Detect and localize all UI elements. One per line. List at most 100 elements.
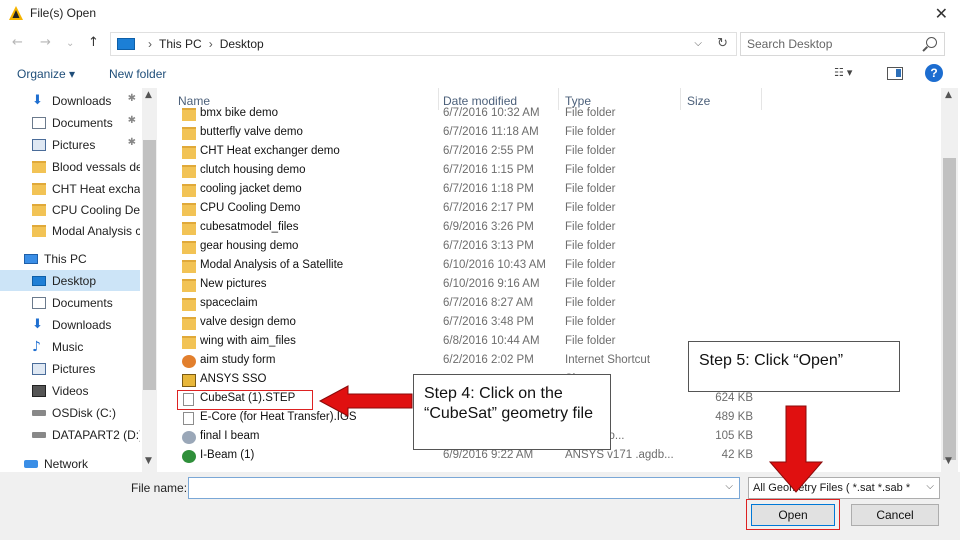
address-bar[interactable]: › This PC › Desktop ⌵ ↻ [110,32,737,56]
file-date: 6/7/2016 2:55 PM [443,145,534,157]
navigation-pane: ⬇ Downloads ✱ Documents ✱ Pictures ✱ Blood v… [0,88,158,472]
title-bar: File(s) Open ✕ [0,0,960,26]
sidebar-item-network[interactable]: Network [0,453,140,472]
scroll-down-icon[interactable]: ▼ [145,456,152,466]
scroll-up-icon[interactable]: ▲ [145,90,152,100]
file-name-dropdown-icon[interactable]: ⌵ [725,481,733,492]
file-date: 6/7/2016 1:15 PM [443,164,534,176]
step4-callout: Step 4: Click on the “CubeSat” geometry … [413,374,611,450]
file-date: 6/7/2016 11:18 AM [443,126,539,138]
file-row[interactable]: New pictures 6/10/2016 9:16 AM File folder [170,276,940,295]
folder-icon [182,108,196,121]
pictures-icon [32,362,46,375]
sidebar-scrollbar[interactable]: ▲ ▼ [142,88,157,472]
sidebar-item-modal-analysis[interactable]: Modal Analysis c [0,220,140,241]
folder-icon [182,203,196,216]
file-row[interactable]: Modal Analysis of a Satellite 6/10/2016 1… [170,257,940,276]
sidebar-item-downloads[interactable]: ⬇ Downloads [0,314,140,335]
sidebar-item-desktop[interactable]: Desktop [0,270,140,291]
shortcut-icon [182,374,196,387]
file-name: CHT Heat exchanger demo [200,145,340,157]
file-row[interactable]: spaceclaim 6/7/2016 8:27 AM File folder [170,295,940,314]
file-row[interactable]: bmx bike demo 6/7/2016 10:32 AM File folde… [170,105,940,124]
file-name: butterfly valve demo [200,126,303,138]
file-list-scroll-thumb[interactable] [943,158,956,460]
sidebar-item-downloads-quick[interactable]: ⬇ Downloads ✱ [0,90,140,111]
recent-locations-button[interactable]: ⌄ [66,38,74,49]
app-logo-icon [9,6,23,20]
sidebar-item-pictures[interactable]: Pictures [0,358,140,379]
sidebar-item-datapart2[interactable]: DATAPART2 (D:) [0,424,140,445]
sidebar-scroll-thumb[interactable] [143,140,156,390]
sidebar-item-documents-quick[interactable]: Documents ✱ [0,112,140,133]
file-date: 6/7/2016 10:32 AM [443,107,540,119]
search-box[interactable] [740,32,945,56]
filter-dropdown-icon[interactable]: ⌵ [926,481,934,492]
file-size: 42 KB [721,449,753,461]
address-dropdown-icon[interactable]: ⌵ [694,38,702,49]
sort-ascending-icon: ⌃ [298,88,306,94]
file-row[interactable]: clutch housing demo 6/7/2016 1:15 PM File … [170,162,940,181]
up-button[interactable]: ↑ [88,35,99,50]
file-row[interactable]: CPU Cooling Demo 6/7/2016 2:17 PM File fol… [170,200,940,219]
help-icon[interactable]: ? [925,64,943,82]
sidebar-item-blood-vessals[interactable]: Blood vessals de [0,156,140,177]
forward-button[interactable]: → [40,35,51,50]
internet-shortcut-icon [182,355,196,368]
file-name: cooling jacket demo [200,183,302,195]
documents-icon [32,116,46,129]
breadcrumb-this-pc[interactable]: This PC [159,37,202,51]
preview-pane-icon[interactable] [887,67,903,80]
sidebar-item-videos[interactable]: Videos [0,380,140,401]
file-name: wing with aim_files [200,335,296,347]
file-type-filter[interactable]: All Geometry Files ( *.sat *.sab * ⌵ [748,477,940,499]
new-folder-button[interactable]: New folder [109,67,166,81]
file-type: File folder [565,164,616,176]
back-button[interactable]: ← [12,35,23,50]
file-row[interactable]: cubesatmodel_files 6/9/2016 3:26 PM File f… [170,219,940,238]
cancel-button[interactable]: Cancel [851,504,939,526]
organize-menu[interactable]: Organize ▾ [17,67,75,81]
file-date: 6/10/2016 9:16 AM [443,278,540,290]
file-row[interactable]: cooling jacket demo 6/7/2016 1:18 PM File … [170,181,940,200]
file-name-input[interactable] [193,479,713,497]
sidebar-item-cht-heat[interactable]: CHT Heat excha [0,178,140,199]
ansys-dm-icon [182,450,196,463]
window-title: File(s) Open [30,6,97,20]
sidebar-item-cpu-cooling[interactable]: CPU Cooling De [0,199,140,220]
refresh-icon[interactable]: ↻ [717,36,728,51]
file-date: 6/9/2016 3:26 PM [443,221,534,233]
scroll-up-icon[interactable]: ▲ [945,90,952,100]
folder-icon [182,146,196,159]
sidebar-item-music[interactable]: ♪ Music [0,336,140,357]
sidebar-item-this-pc[interactable]: This PC [0,248,140,269]
pin-icon: ✱ [127,115,136,126]
close-button[interactable]: ✕ [935,4,948,23]
file-row[interactable]: butterfly valve demo 6/7/2016 11:18 AM Fil… [170,124,940,143]
step5-callout: Step 5: Click “Open” [688,341,900,392]
file-row[interactable]: gear housing demo 6/7/2016 3:13 PM File fo… [170,238,940,257]
file-name: clutch housing demo [200,164,306,176]
download-icon: ⬇ [32,317,43,332]
scroll-down-icon[interactable]: ▼ [945,456,952,466]
file-type-filter-label: All Geometry Files ( *.sat *.sab * [753,482,911,494]
file-row[interactable]: valve design demo 6/7/2016 3:48 PM File fo… [170,314,940,333]
breadcrumb-desktop[interactable]: Desktop [220,37,264,51]
file-name: I-Beam (1) [200,449,255,461]
search-icon[interactable] [926,37,937,48]
sidebar-item-osdisk[interactable]: OSDisk (C:) [0,402,140,423]
search-input[interactable] [747,34,917,54]
open-button[interactable]: Open [751,504,835,526]
file-type: Internet Shortcut [565,354,651,366]
file-row[interactable]: CHT Heat exchanger demo 6/7/2016 2:55 PM F… [170,143,940,162]
network-icon [24,459,38,468]
file-size: 105 KB [715,430,753,442]
file-list-scrollbar[interactable]: ▲ ▼ [941,88,958,472]
sidebar-item-pictures-quick[interactable]: Pictures ✱ [0,134,140,155]
folder-icon [182,127,196,140]
file-name-combobox[interactable]: ⌵ [188,477,740,499]
sidebar-item-documents[interactable]: Documents [0,292,140,313]
music-icon: ♪ [32,338,41,355]
view-options-icon[interactable]: ☷ ▾ [834,66,852,79]
file-name: CPU Cooling Demo [200,202,301,214]
